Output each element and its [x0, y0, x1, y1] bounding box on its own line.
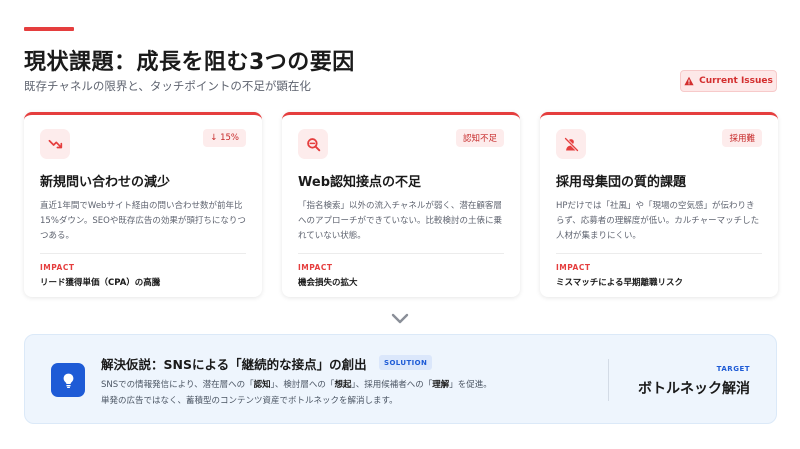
card-title: Web認知接点の不足: [298, 175, 421, 190]
solution-description-line2: 単発の広告ではなく、蓄積型のコンテンツ資産でボトルネックを解消します。: [101, 396, 398, 406]
solution-description-line1: SNSでの情報発信により、潜在層への「認知」、検討層への「想起」、採用候補者への…: [101, 378, 492, 390]
chevron-down-icon: [391, 313, 409, 324]
card-title: 採用母集団の質的課題: [556, 175, 687, 190]
text-segment: 」、検討層への「: [270, 380, 335, 390]
impact-text: 機会損失の拡大: [298, 278, 358, 288]
title-accent-bar: [24, 27, 74, 31]
issue-card-awareness: 認知不足 Web認知接点の不足 「指名検索」以外の流入チャネルが弱く、潜在顧客層…: [282, 112, 520, 297]
text-segment: SNSでの情報発信により、潜在層への「: [101, 380, 254, 390]
keyword-awareness: 認知: [253, 380, 271, 390]
target-value: ボトルネック解消: [638, 381, 750, 397]
issue-card-inquiries: ↓ 15% 新規問い合わせの減少 直近1年間でWebサイト経由の問い合わせ数が前…: [24, 112, 262, 297]
card-title: 新規問い合わせの減少: [40, 175, 171, 190]
keyword-understanding: 理解: [432, 380, 450, 390]
card-description: 「指名検索」以外の流入チャネルが弱く、潜在顧客層へのアプローチができていない。比…: [298, 201, 503, 241]
keyword-recall: 想起: [334, 380, 352, 390]
text-segment: 」を促進。: [449, 380, 492, 390]
solution-panel: 解決仮説：SNSによる「継続的な接点」の創出 SOLUTION SNSでの情報発…: [24, 334, 777, 424]
card-divider: [298, 253, 504, 254]
warning-icon: [684, 76, 694, 86]
card-description: HPだけでは「社風」や「現場の空気感」が伝わりきらず、応募者の理解度が低い。カル…: [556, 201, 760, 241]
current-issues-badge: Current Issues: [680, 70, 777, 92]
card-divider: [556, 253, 762, 254]
impact-text: ミスマッチによる早期離職リスク: [556, 278, 683, 288]
lightbulb-icon: [51, 363, 85, 397]
impact-label: IMPACT: [298, 263, 333, 272]
impact-label: IMPACT: [556, 263, 591, 272]
impact-text: リード獲得単価（CPA）の高騰: [40, 278, 161, 288]
page-title: 現状課題：成長を阻む3つの要因: [24, 50, 355, 75]
card-description: 直近1年間でWebサイト経由の問い合わせ数が前年比15%ダウン。SEOや既存広告…: [40, 201, 246, 241]
impact-label: IMPACT: [40, 263, 75, 272]
recruiting-badge: 採用難: [722, 129, 762, 147]
trending-down-icon: [40, 129, 70, 159]
user-slash-icon: [556, 129, 586, 159]
search-minus-icon: [298, 129, 328, 159]
issue-card-recruiting: 採用難 採用母集団の質的課題 HPだけでは「社風」や「現場の空気感」が伝わりきら…: [540, 112, 778, 297]
decrease-badge: ↓ 15%: [203, 129, 246, 147]
current-issues-label: Current Issues: [699, 76, 773, 86]
awareness-badge: 認知不足: [455, 129, 504, 147]
solution-divider: [608, 359, 609, 401]
solution-title: 解決仮説：SNSによる「継続的な接点」の創出: [101, 357, 367, 372]
card-divider: [40, 253, 246, 254]
text-segment: 」、採用候補者への「: [351, 380, 433, 390]
solution-tag: SOLUTION: [379, 355, 433, 370]
page-subtitle: 既存チャネルの限界と、タッチポイントの不足が顕在化: [24, 79, 311, 93]
target-label: TARGET: [716, 365, 750, 373]
